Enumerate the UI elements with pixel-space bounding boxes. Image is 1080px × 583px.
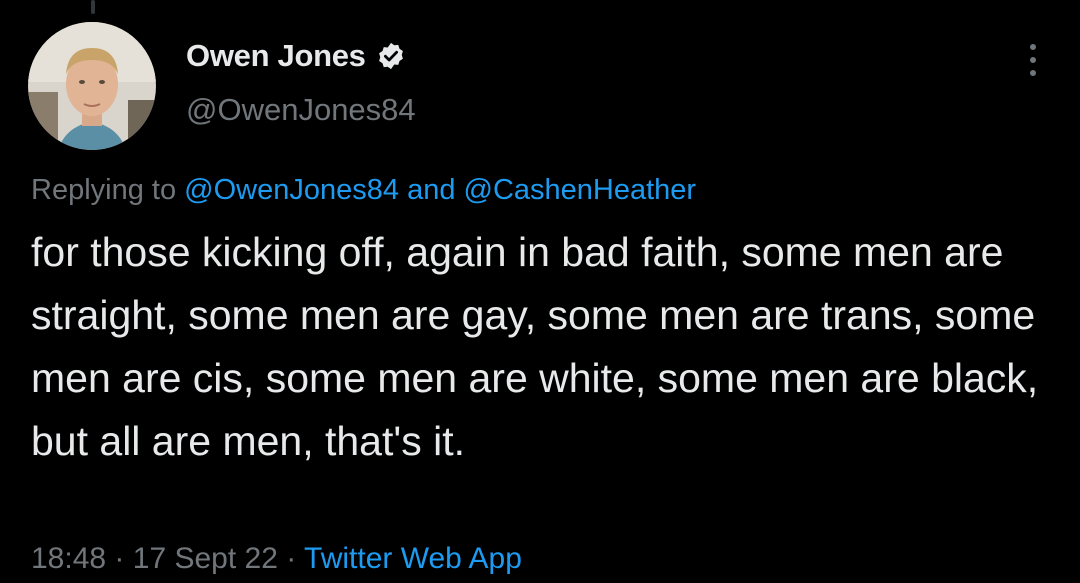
- meta-separator: ·: [286, 542, 297, 575]
- tweet-time[interactable]: 18:48: [31, 542, 106, 575]
- more-dot: [1030, 70, 1036, 76]
- replying-to-line: Replying to @OwenJones84 and @CashenHeat…: [31, 174, 696, 207]
- tweet-source-link[interactable]: Twitter Web App: [304, 542, 522, 575]
- meta-separator: ·: [114, 542, 125, 575]
- mention-link-cashenheather[interactable]: @CashenHeather: [464, 174, 697, 206]
- mention-link-owenjones84[interactable]: @OwenJones84: [184, 174, 399, 206]
- more-options-icon[interactable]: [1018, 40, 1048, 80]
- thread-connector-line: [91, 0, 95, 14]
- more-dot: [1030, 57, 1036, 63]
- tweet-date[interactable]: 17 Sept 22: [133, 542, 278, 575]
- tweet-meta: 18:48 · 17 Sept 22 · Twitter Web App: [31, 542, 522, 576]
- verified-badge-icon: [376, 41, 406, 71]
- mention-conjunction: and: [407, 174, 456, 206]
- tweet-text: for those kicking off, again in bad fait…: [31, 229, 1039, 464]
- display-name[interactable]: Owen Jones: [186, 38, 366, 74]
- replying-prefix: Replying to: [31, 174, 177, 206]
- more-dot: [1030, 44, 1036, 50]
- author-row: Owen Jones: [186, 38, 406, 74]
- author-handle[interactable]: @OwenJones84: [186, 92, 416, 128]
- avatar[interactable]: [28, 22, 156, 150]
